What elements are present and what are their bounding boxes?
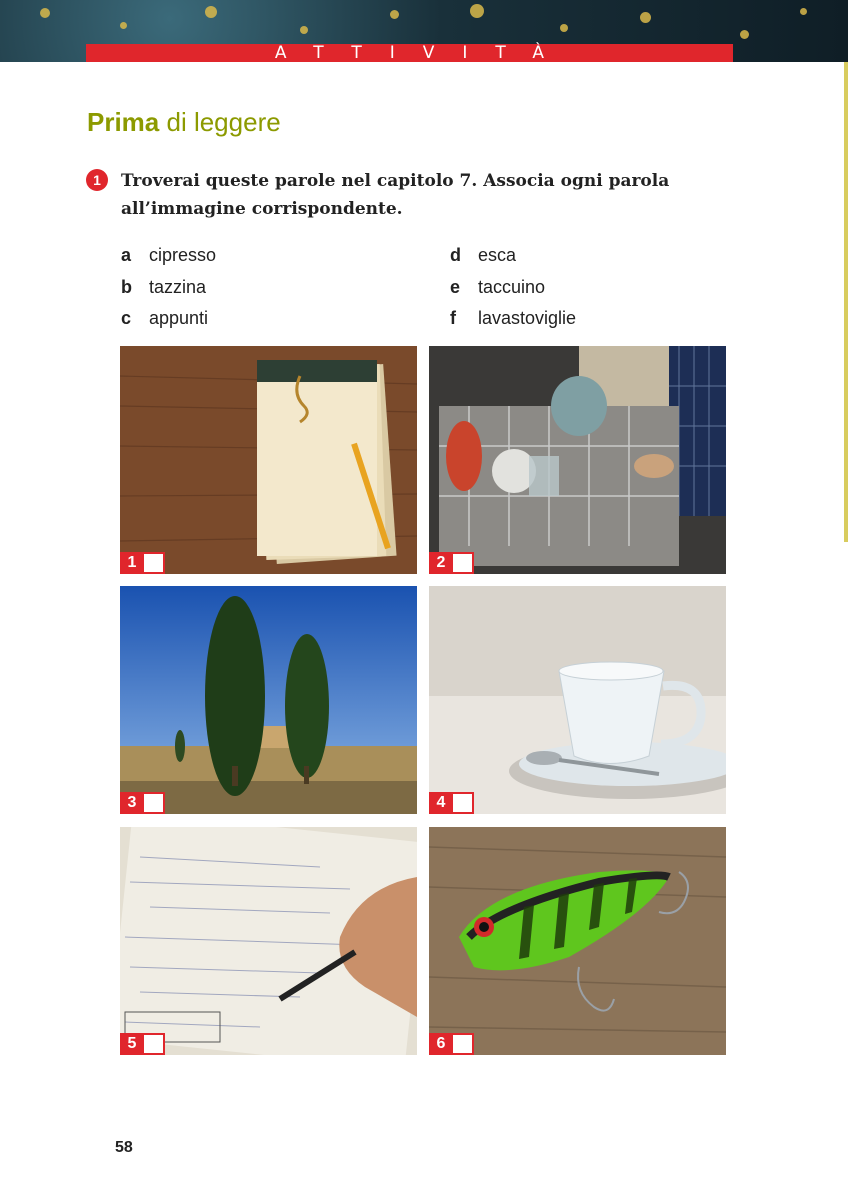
word-letter: d [450, 245, 461, 266]
activity-banner: ATTIVITÀ [86, 43, 733, 62]
section-title: Prima di leggere [87, 107, 281, 138]
photo-number-box: 5 [120, 1033, 165, 1055]
word-text: tazzina [149, 276, 207, 297]
word-item: d esca [450, 240, 576, 272]
word-letter: c [121, 308, 132, 329]
word-list-right: d esca e taccuino f lavastoviglie [450, 240, 576, 335]
photo-number: 3 [120, 792, 144, 814]
answer-box[interactable] [453, 1033, 474, 1055]
section-title-rest: di leggere [159, 107, 281, 137]
photo-number: 5 [120, 1033, 144, 1055]
fishing-lure-photo: 6 [429, 827, 726, 1055]
exercise-instruction: Troverai queste parole nel capitolo 7. A… [121, 171, 670, 219]
notepad-pencil-photo: 1 [120, 346, 417, 574]
answer-box[interactable] [144, 792, 165, 814]
photo-number-box: 6 [429, 1033, 474, 1055]
top-banner: ATTIVITÀ [0, 0, 848, 62]
word-list-left: a cipresso b tazzina c appunti [121, 240, 216, 335]
answer-box[interactable] [453, 552, 474, 574]
photo-number-box: 2 [429, 552, 474, 574]
cypress-trees-photo: 3 [120, 586, 417, 814]
photo-number: 2 [429, 552, 453, 574]
notes-illustration [120, 827, 417, 1055]
photo-number-box: 3 [120, 792, 165, 814]
cypress-illustration [120, 586, 417, 814]
word-letter: e [450, 276, 461, 297]
word-text: taccuino [478, 276, 546, 297]
section-title-bold: Prima [87, 107, 160, 137]
answer-box[interactable] [453, 792, 474, 814]
handwritten-notes-photo: 5 [120, 827, 417, 1055]
word-letter: a [121, 245, 132, 266]
word-letter: f [450, 308, 456, 329]
word-item: f lavastoviglie [450, 303, 576, 335]
word-item: b tazzina [121, 272, 216, 304]
photo-number-box: 1 [120, 552, 165, 574]
word-text: appunti [149, 308, 209, 329]
exercise-number-badge: 1 [86, 169, 108, 191]
photo-number: 4 [429, 792, 453, 814]
right-edge-stripe [844, 62, 848, 542]
word-text: cipresso [149, 245, 217, 266]
photo-number: 6 [429, 1033, 453, 1055]
dishwasher-illustration [429, 346, 726, 574]
word-item: a cipresso [121, 240, 216, 272]
cup-illustration [429, 586, 726, 814]
page-number: 58 [115, 1139, 133, 1156]
word-item: c appunti [121, 303, 216, 335]
answer-box[interactable] [144, 552, 165, 574]
word-letter: b [121, 276, 132, 297]
answer-box[interactable] [144, 1033, 165, 1055]
word-item: e taccuino [450, 272, 576, 304]
photo-number-box: 4 [429, 792, 474, 814]
lure-illustration [429, 827, 726, 1055]
notepad-illustration [120, 346, 417, 574]
cup-saucer-photo: 4 [429, 586, 726, 814]
word-text: esca [478, 245, 517, 266]
photo-number: 1 [120, 552, 144, 574]
word-text: lavastoviglie [478, 308, 577, 329]
activity-label: ATTIVITÀ [274, 43, 573, 62]
dishwasher-photo: 2 [429, 346, 726, 574]
